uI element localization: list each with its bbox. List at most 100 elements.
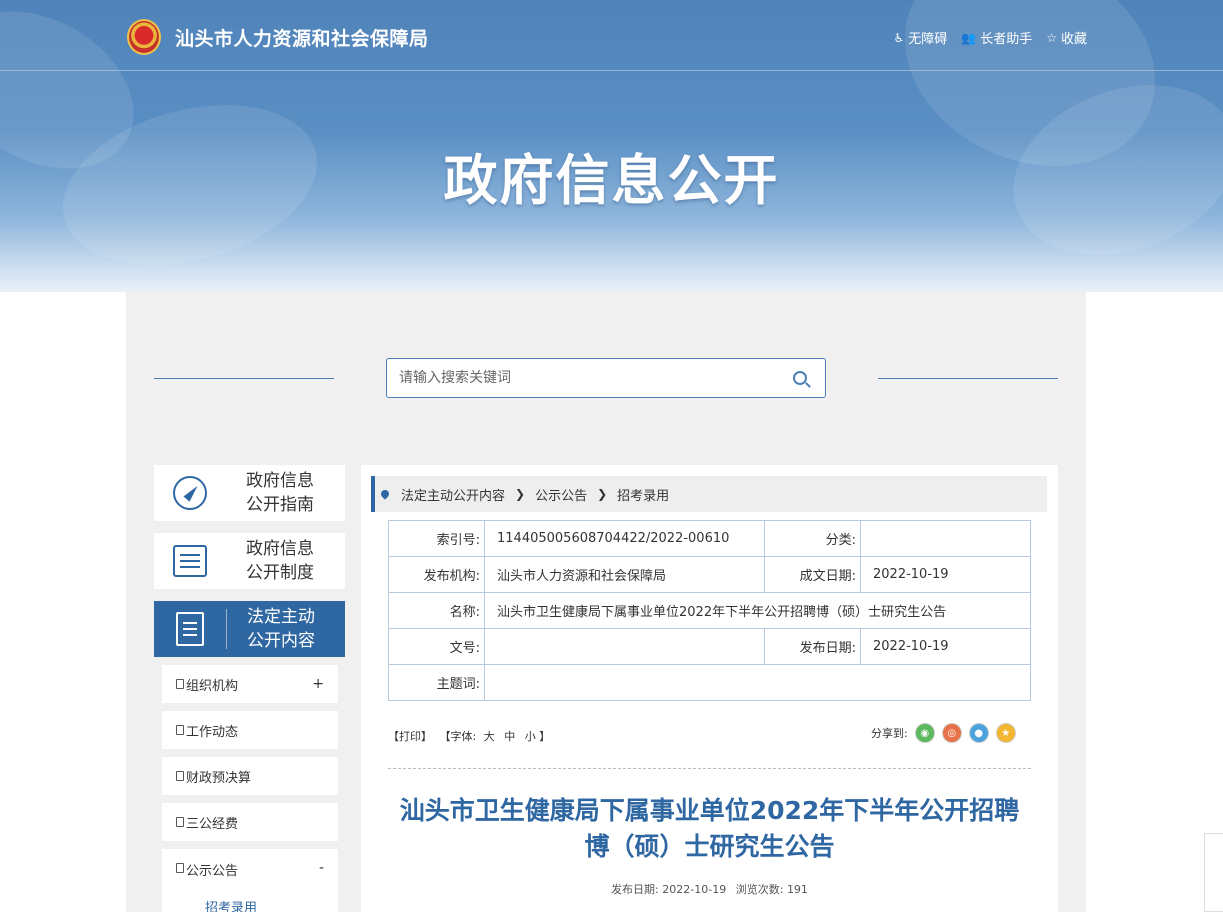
sidebar-item-label: 财政预决算	[186, 770, 252, 786]
font-size-label: 【字体:	[439, 730, 477, 743]
label-line: 公开制度	[246, 563, 314, 583]
sidebar-subitem-recruitment[interactable]: 招考录用	[205, 897, 257, 912]
search-input[interactable]	[399, 359, 779, 397]
icon-wrap	[154, 612, 226, 646]
pub-date-value: 2022-10-19	[662, 883, 727, 896]
copy-icon	[176, 679, 184, 689]
weibo-share-icon[interactable]: ◎	[941, 723, 962, 743]
search-divider-left	[154, 378, 334, 379]
accessibility-link[interactable]: ♿ 无障碍	[893, 28, 948, 48]
meta-value: 2022-10-19	[860, 628, 1031, 665]
qzone-share-icon[interactable]: ★	[995, 723, 1016, 743]
meta-label: 发布日期:	[764, 628, 861, 665]
font-small-button[interactable]: 小	[525, 730, 536, 743]
meta-label: 成文日期:	[764, 556, 861, 593]
sidebar-item-organization[interactable]: 组织机构 +	[162, 665, 338, 703]
views-label: 浏览次数:	[735, 883, 784, 896]
label-line: 公开指南	[246, 495, 314, 515]
sidebar-item-budget[interactable]: 财政预决算	[162, 757, 338, 795]
title-line: 汕头市卫生健康局下属事业单位2022年下半年公开招聘	[399, 796, 1020, 825]
header-banner: 汕头市人力资源和社会保障局 ♿ 无障碍 👥 长者助手 ☆ 收藏 政府信息公开	[0, 0, 1223, 292]
font-medium-button[interactable]: 中	[504, 730, 515, 743]
font-large-button[interactable]: 大	[484, 730, 495, 743]
meta-label: 名称:	[388, 592, 485, 629]
chevron-right-icon: ❯	[597, 487, 608, 501]
sidebar-item-work-news[interactable]: 工作动态	[162, 711, 338, 749]
label-line: 政府信息	[246, 539, 314, 559]
qq-share-icon[interactable]: ●	[968, 723, 989, 743]
icon-line	[183, 634, 197, 636]
breadcrumb-item[interactable]: 公示公告	[535, 485, 587, 504]
compass-icon	[173, 476, 207, 510]
national-emblem-logo[interactable]	[127, 19, 161, 55]
sidebar-card-system[interactable]: 政府信息 公开制度	[154, 533, 345, 589]
sidebar-item-label: 工作动态	[186, 724, 239, 740]
elder-helper-link[interactable]: 👥 长者助手	[961, 28, 1032, 48]
sidebar-item-three-public-expenses[interactable]: 三公经费	[162, 803, 338, 841]
share-bar: 分享到: ◉ ◎ ● ★	[871, 723, 1016, 743]
publish-info: 发布日期: 2022-10-19 浏览次数: 191	[388, 881, 1031, 897]
bookmark-label: 收藏	[1060, 32, 1087, 47]
sidebar-item-label: 三公经费	[186, 816, 239, 832]
breadcrumb-item[interactable]: 法定主动公开内容	[401, 485, 505, 504]
meta-label: 主题词:	[388, 664, 485, 701]
card-separator	[226, 609, 227, 649]
table-row: 主题词:	[388, 664, 1031, 701]
icon-line	[180, 554, 200, 556]
meta-value	[484, 664, 1031, 701]
location-pin-icon	[379, 488, 391, 500]
floating-side-tab[interactable]	[1204, 833, 1223, 912]
table-row: 发布机构: 汕头市人力资源和社会保障局 成文日期: 2022-10-19	[388, 556, 1031, 593]
icon-line	[180, 560, 200, 562]
search-box	[386, 358, 826, 398]
breadcrumb-item[interactable]: 招考录用	[617, 485, 669, 504]
icon-wrap	[154, 545, 226, 577]
label-line: 法定主动	[247, 607, 315, 627]
hero-title: 政府信息公开	[443, 149, 780, 212]
label-line: 公开内容	[247, 631, 315, 651]
main-panel: 政府信息 公开指南 政府信息 公开制度 法定主动 公开内容	[126, 291, 1086, 912]
site-title[interactable]: 汕头市人力资源和社会保障局	[175, 24, 429, 51]
views-value: 191	[786, 883, 808, 896]
meta-label: 文号:	[388, 628, 485, 665]
search-icon[interactable]	[793, 371, 807, 385]
chevron-right-icon: ❯	[515, 487, 526, 501]
meta-label: 发布机构:	[388, 556, 485, 593]
sidebar-item-label: 组织机构	[186, 678, 239, 694]
icon-line	[183, 622, 197, 624]
expand-toggle[interactable]: +	[312, 676, 324, 692]
accessibility-label: 无障碍	[908, 32, 948, 47]
copy-icon	[176, 725, 184, 735]
table-row: 名称: 汕头市卫生健康局下属事业单位2022年下半年公开招聘博（硕）士研究生公告	[388, 592, 1031, 629]
table-row: 文号: 发布日期: 2022-10-19	[388, 628, 1031, 665]
meta-value: 2022-10-19	[860, 556, 1031, 593]
meta-label: 分类:	[764, 520, 861, 557]
breadcrumb: 法定主动公开内容 ❯ 公示公告 ❯ 招考录用	[371, 476, 1047, 512]
article-tools: 【打印】 【字体: 大 中 小 】	[388, 728, 550, 744]
content-area: 法定主动公开内容 ❯ 公示公告 ❯ 招考录用 索引号: 114405005608…	[361, 465, 1058, 912]
sidebar-card-guide[interactable]: 政府信息 公开指南	[154, 465, 345, 521]
icon-wrap	[154, 476, 226, 510]
article-title: 汕头市卫生健康局下属事业单位2022年下半年公开招聘 博（硕）士研究生公告	[388, 793, 1031, 865]
copy-icon	[176, 817, 184, 827]
bookmark-link[interactable]: ☆ 收藏	[1046, 28, 1087, 48]
icon-line	[183, 628, 197, 630]
accessibility-icon: ♿	[893, 30, 905, 45]
font-size-suffix: 】	[539, 730, 551, 743]
print-button[interactable]: 【打印】	[388, 730, 432, 743]
wechat-share-icon[interactable]: ◉	[914, 723, 935, 743]
top-links: ♿ 无障碍 👥 长者助手 ☆ 收藏	[893, 28, 1087, 48]
document-icon	[176, 612, 204, 646]
collapse-toggle[interactable]: -	[319, 860, 324, 876]
star-icon: ☆	[1046, 30, 1057, 45]
meta-label: 索引号:	[388, 520, 485, 557]
meta-value: 汕头市人力资源和社会保障局	[484, 556, 765, 593]
sidebar-card-active-content[interactable]: 法定主动 公开内容	[154, 601, 345, 657]
sidebar-card-label: 政府信息 公开指南	[246, 469, 314, 517]
meta-value	[860, 520, 1031, 557]
dashed-divider	[388, 768, 1031, 769]
label-line: 政府信息	[246, 471, 314, 491]
copy-icon	[176, 771, 184, 781]
sidebar-card-label: 政府信息 公开制度	[246, 537, 314, 585]
sidebar-card-label: 法定主动 公开内容	[247, 605, 315, 653]
